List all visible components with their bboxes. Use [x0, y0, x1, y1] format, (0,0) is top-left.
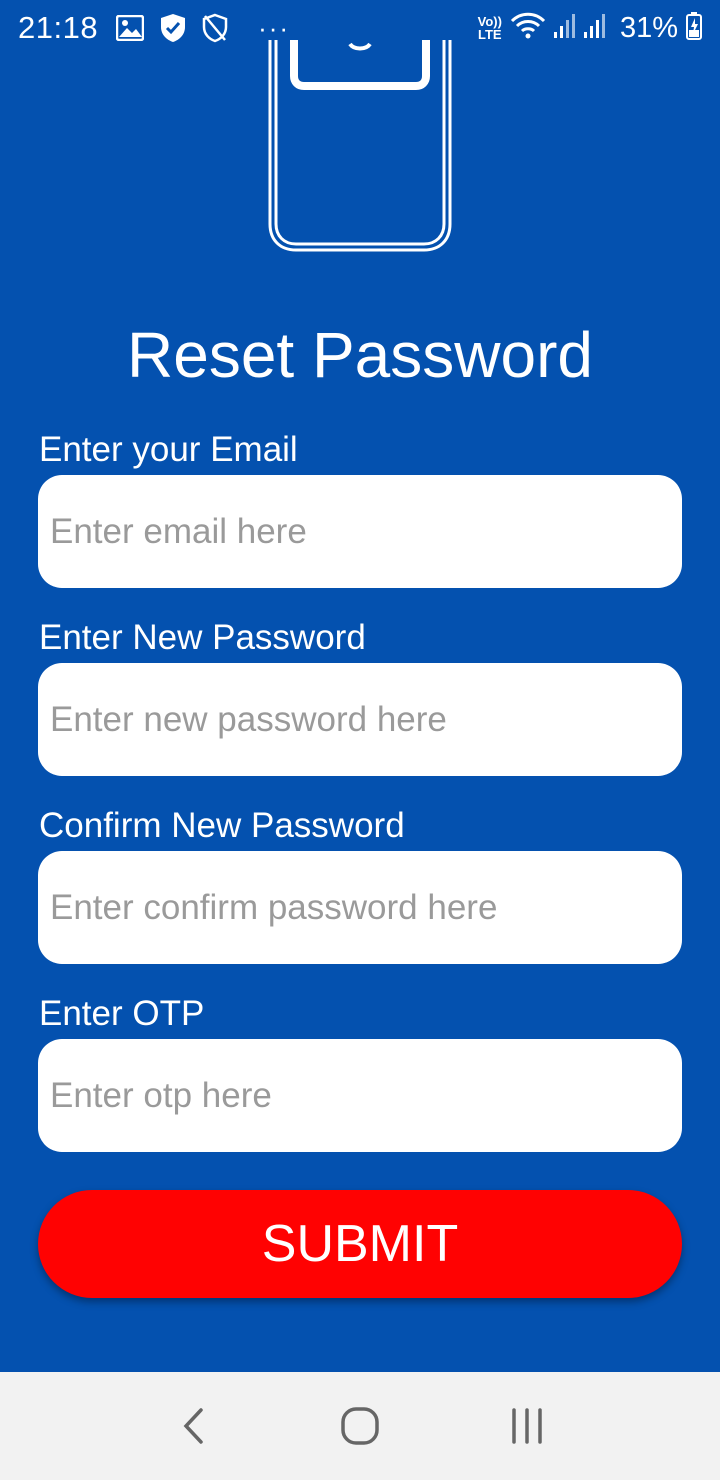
- otp-field[interactable]: [38, 1039, 682, 1152]
- navigation-bar: [0, 1372, 720, 1480]
- home-icon[interactable]: [330, 1396, 390, 1456]
- confirm-password-field[interactable]: [38, 851, 682, 964]
- email-field[interactable]: [38, 475, 682, 588]
- gallery-icon: [116, 15, 145, 41]
- status-time: 21:18: [18, 10, 99, 45]
- more-dots-icon: ···: [258, 12, 291, 43]
- wifi-icon: [510, 12, 546, 45]
- status-system-icons: Vo)) LTE 31%: [478, 11, 702, 45]
- otp-label: Enter OTP: [39, 994, 205, 1033]
- signal-icon: [553, 12, 612, 45]
- recents-icon[interactable]: [497, 1396, 557, 1456]
- volte-icon: Vo)) LTE: [478, 15, 502, 41]
- page-title: Reset Password: [127, 319, 593, 391]
- back-icon[interactable]: [163, 1396, 223, 1456]
- new-password-field[interactable]: [38, 663, 682, 776]
- battery-percent: 31%: [619, 11, 678, 44]
- phone-icon: [266, 40, 454, 254]
- confirm-password-label: Confirm New Password: [39, 806, 405, 845]
- shield-check-icon: [160, 13, 186, 43]
- volte-line2: LTE: [478, 27, 502, 42]
- status-notification-icons: ···: [116, 13, 290, 44]
- new-password-label: Enter New Password: [39, 618, 366, 657]
- email-label: Enter your Email: [39, 430, 298, 469]
- battery-charging-icon: [686, 11, 702, 45]
- submit-button[interactable]: SUBMIT: [38, 1190, 682, 1298]
- shield-off-icon: [202, 13, 228, 43]
